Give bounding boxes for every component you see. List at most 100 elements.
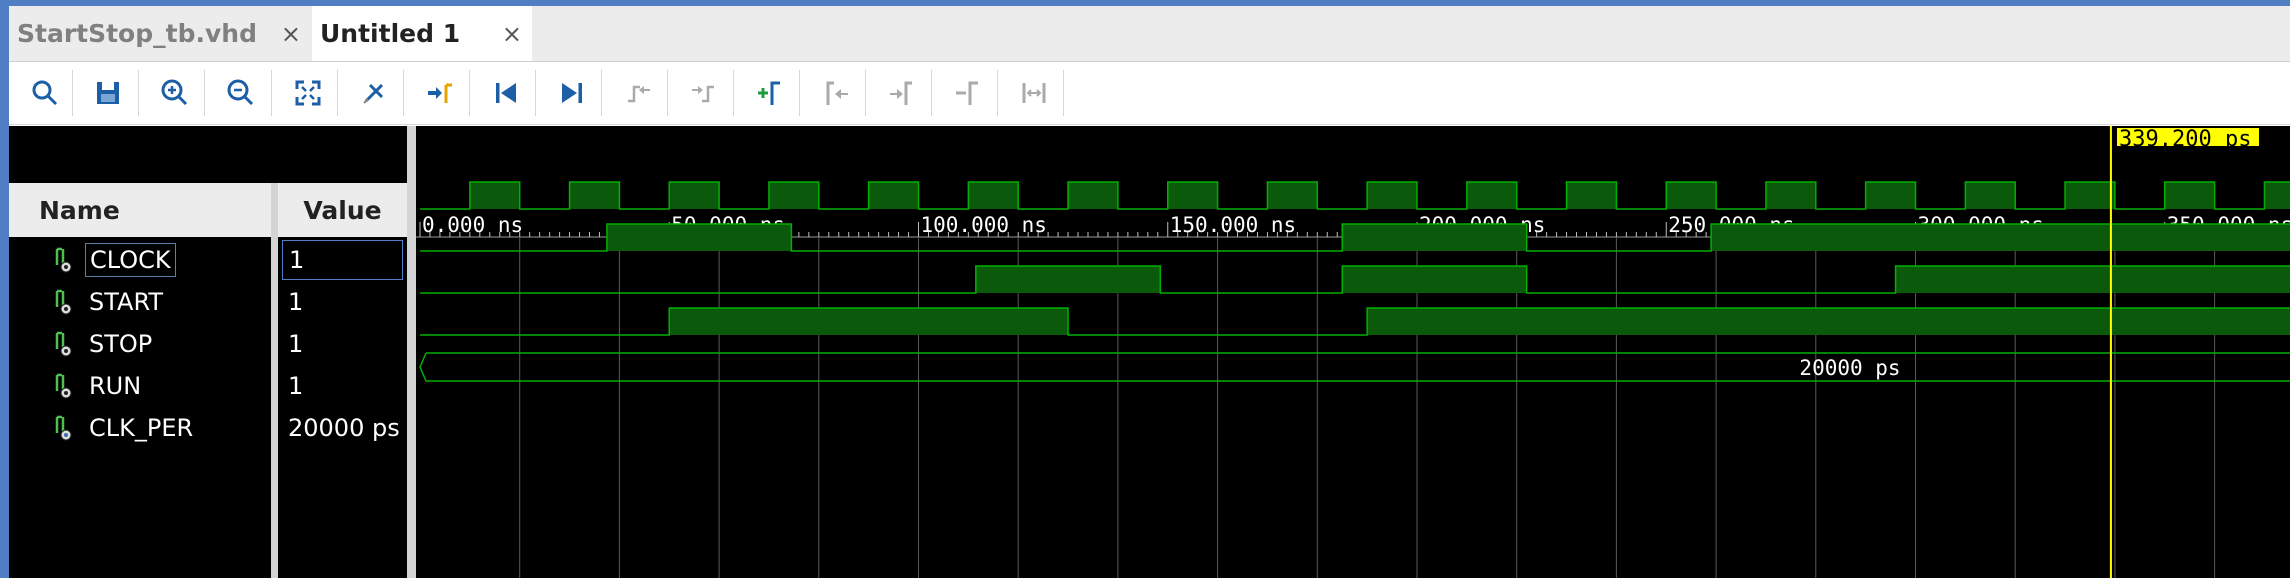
value-text: 1 bbox=[289, 246, 305, 274]
clock-waveform-high-fill bbox=[1367, 182, 1417, 209]
previous-transition-icon bbox=[628, 85, 650, 103]
start-waveform-high-fill bbox=[1342, 224, 1527, 251]
toolbar-separator bbox=[271, 70, 272, 116]
go-to-cursor-icon bbox=[428, 83, 452, 103]
toolbar-separator bbox=[469, 70, 470, 116]
waveform-canvas[interactable]: 0.000 ns50.000 ns100.000 ns150.000 ns200… bbox=[416, 126, 2290, 578]
value-text: 20000 ps bbox=[288, 414, 400, 442]
tab-label: StartStop_tb.vhd bbox=[17, 19, 257, 48]
toolbar-separator bbox=[337, 70, 338, 116]
next-transition-button[interactable] bbox=[682, 72, 726, 114]
signal-icon bbox=[55, 373, 72, 399]
clock-waveform-high-fill bbox=[1267, 182, 1318, 209]
column-divider[interactable] bbox=[271, 183, 278, 578]
toolbar-separator bbox=[403, 70, 404, 116]
signal-value-start[interactable]: 1 bbox=[282, 282, 403, 322]
toolbar-separator bbox=[72, 70, 73, 116]
signal-icon bbox=[55, 331, 72, 357]
clock-waveform-high-fill bbox=[1068, 182, 1118, 209]
signal-name: STOP bbox=[89, 330, 153, 358]
toolbar-separator bbox=[931, 70, 932, 116]
clock-waveform-high-fill bbox=[669, 182, 720, 209]
pane-divider[interactable] bbox=[407, 126, 416, 578]
previous-marker-icon bbox=[826, 81, 848, 105]
signal-name: START bbox=[89, 288, 164, 316]
start-waveform-high-fill bbox=[1711, 224, 2290, 251]
go-to-start-icon bbox=[496, 83, 516, 103]
zoom-fit-button[interactable] bbox=[286, 72, 330, 114]
toolbar-separator bbox=[535, 70, 536, 116]
tab-label: Untitled 1 bbox=[320, 19, 461, 48]
clock-waveform-high-fill bbox=[1167, 182, 1218, 209]
close-icon[interactable]: × bbox=[502, 20, 522, 48]
tab-untitled-1[interactable]: Untitled 1 × bbox=[312, 6, 532, 61]
next-marker-icon bbox=[890, 81, 912, 105]
save-button[interactable] bbox=[86, 72, 130, 114]
zoom-out-icon bbox=[227, 79, 254, 106]
go-to-end-button[interactable] bbox=[550, 72, 594, 114]
signal-value-clock[interactable]: 1 bbox=[282, 240, 403, 280]
signal-icon bbox=[55, 415, 72, 441]
toolbar-separator bbox=[733, 70, 734, 116]
ruler-tick-label: 100.000 ns bbox=[921, 213, 1047, 237]
go-to-end-icon bbox=[562, 83, 582, 103]
save-icon bbox=[97, 82, 119, 104]
run-waveform-high-fill bbox=[669, 308, 1069, 335]
ruler-tick-label: 150.000 ns bbox=[1170, 213, 1296, 237]
toolbar-separator bbox=[799, 70, 800, 116]
zoom-in-button[interactable] bbox=[153, 72, 197, 114]
toolbar-separator bbox=[138, 70, 139, 116]
signal-row-run[interactable]: RUN bbox=[9, 365, 271, 407]
snap-button[interactable] bbox=[352, 72, 396, 114]
clock-waveform-high-fill bbox=[1566, 182, 1617, 209]
run-waveform-high-fill bbox=[1367, 308, 2290, 335]
signal-value-clk-per[interactable]: 20000 ps bbox=[282, 408, 403, 448]
signal-value-stop[interactable]: 1 bbox=[282, 324, 403, 364]
tab-bar: StartStop_tb.vhd × Untitled 1 × bbox=[9, 6, 2290, 62]
clock-waveform-high-fill bbox=[768, 182, 819, 209]
toolbar-separator bbox=[667, 70, 668, 116]
signal-row-stop[interactable]: STOP bbox=[9, 323, 271, 365]
value-text: 1 bbox=[288, 330, 304, 358]
toolbar-separator bbox=[204, 70, 205, 116]
search-button[interactable] bbox=[23, 72, 67, 114]
signal-name: CLOCK bbox=[85, 243, 176, 277]
value-column-header[interactable]: Value bbox=[278, 183, 407, 237]
toolbar-separator bbox=[1063, 70, 1064, 116]
clock-waveform-high-fill bbox=[1666, 182, 1717, 209]
clock-waveform-high-fill bbox=[1965, 182, 2016, 209]
zoom-in-icon bbox=[161, 79, 188, 106]
swap-cursors-button[interactable] bbox=[1012, 72, 1056, 114]
clock-waveform-high-fill bbox=[569, 182, 620, 209]
clock-waveform-high-fill bbox=[1865, 182, 1916, 209]
zoom-out-button[interactable] bbox=[219, 72, 263, 114]
previous-transition-button[interactable] bbox=[616, 72, 660, 114]
add-marker-icon bbox=[758, 81, 780, 105]
go-to-start-button[interactable] bbox=[484, 72, 528, 114]
signal-row-clock[interactable]: CLOCK bbox=[9, 239, 271, 281]
clock-waveform-high-fill bbox=[1765, 182, 1816, 209]
signal-icon bbox=[55, 247, 72, 273]
close-icon[interactable]: × bbox=[281, 20, 301, 48]
value-column-label: Value bbox=[303, 195, 382, 225]
tab-startstop-tb[interactable]: StartStop_tb.vhd × bbox=[9, 6, 311, 61]
signal-icon bbox=[55, 289, 72, 315]
signal-row-start[interactable]: START bbox=[9, 281, 271, 323]
start-waveform-high-fill bbox=[606, 224, 792, 251]
value-text: 1 bbox=[288, 288, 304, 316]
signal-name: RUN bbox=[89, 372, 142, 400]
previous-marker-button[interactable] bbox=[814, 72, 858, 114]
clock-waveform-high-fill bbox=[1466, 182, 1517, 209]
next-marker-button[interactable] bbox=[880, 72, 924, 114]
search-icon bbox=[32, 80, 58, 106]
clock-waveform-high-fill bbox=[2065, 182, 2115, 209]
next-transition-icon bbox=[692, 85, 714, 103]
delete-marker-button[interactable] bbox=[946, 72, 990, 114]
stop-waveform-high-fill bbox=[1895, 266, 2290, 293]
go-to-cursor-button[interactable] bbox=[418, 72, 462, 114]
name-column-header[interactable]: Name bbox=[9, 183, 271, 237]
clock-waveform-high-fill bbox=[868, 182, 919, 209]
add-marker-button[interactable] bbox=[748, 72, 792, 114]
signal-row-clk-per[interactable]: CLK_PER bbox=[9, 407, 271, 449]
signal-value-run[interactable]: 1 bbox=[282, 366, 403, 406]
